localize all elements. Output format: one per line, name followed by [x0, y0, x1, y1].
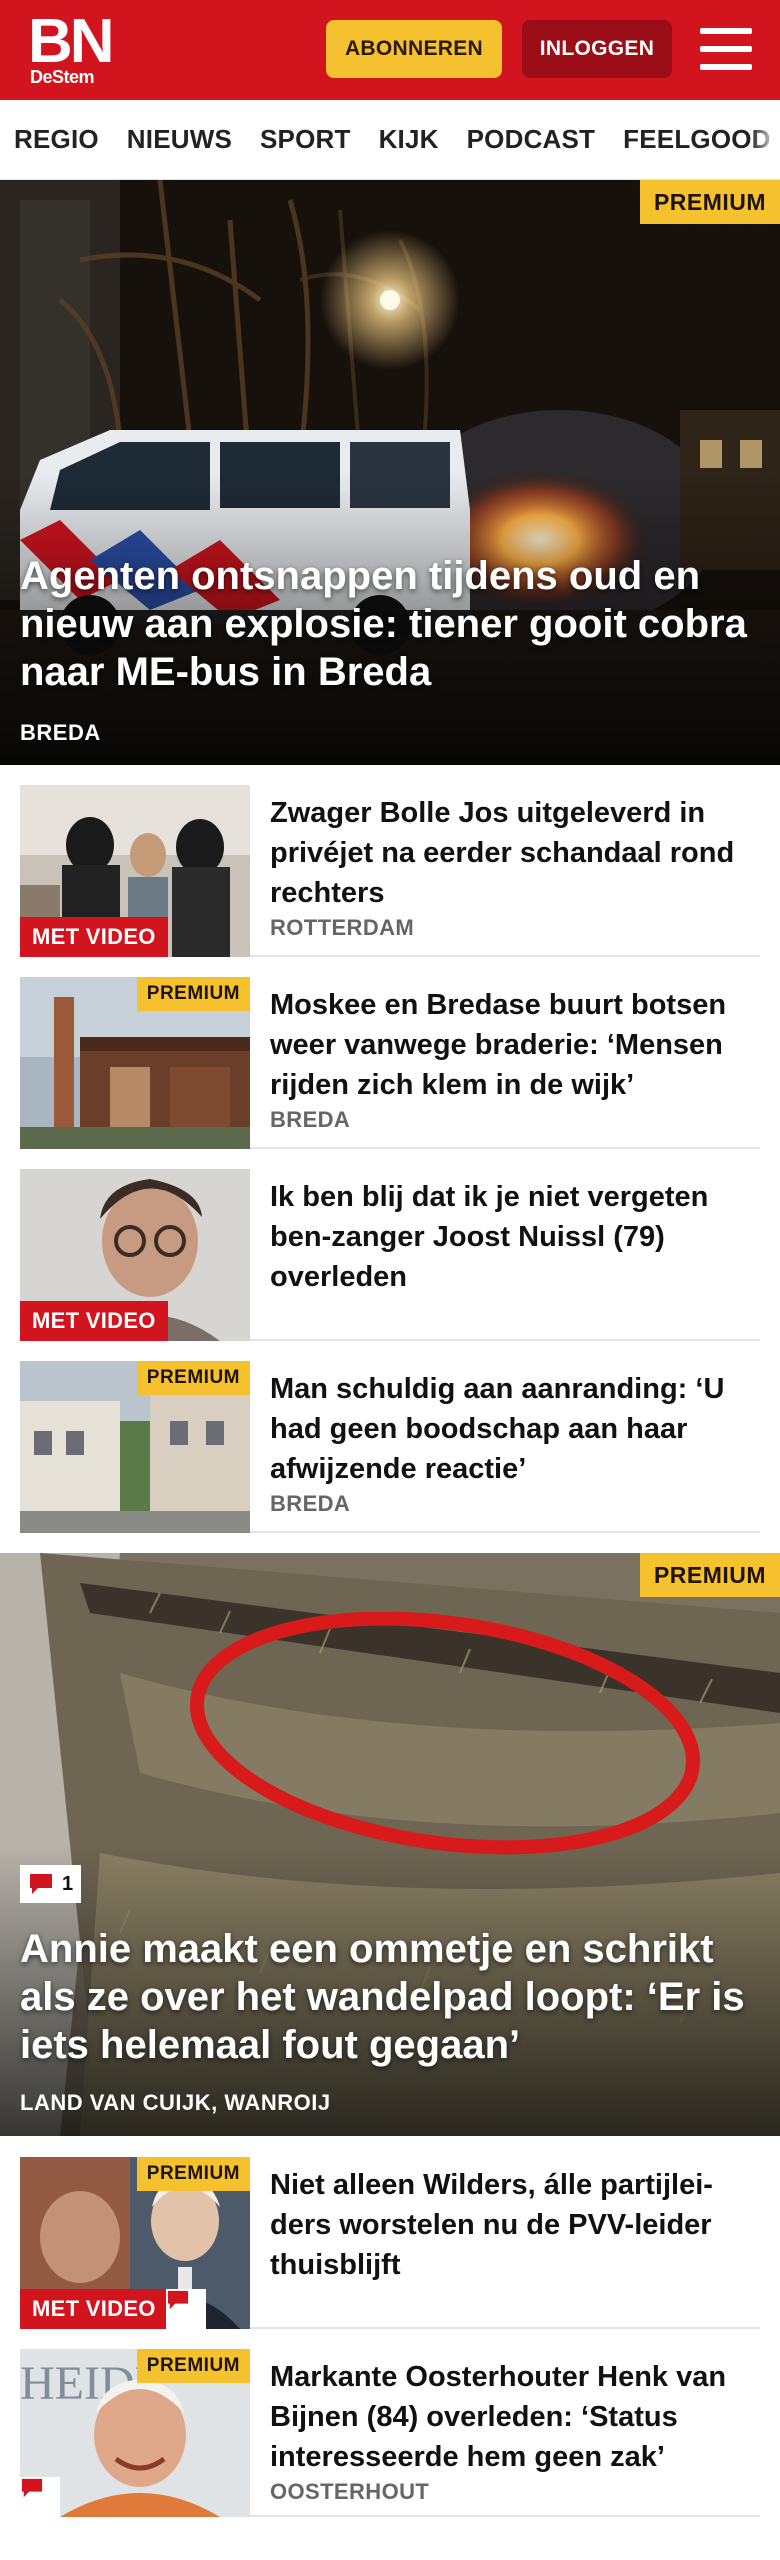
nav-item-nieuws[interactable]: NIEUWS — [113, 124, 246, 155]
featured-article[interactable]: PREMIUM 1 Annie maakt een ommetje en sch… — [0, 1553, 780, 2136]
comment-icon — [30, 1874, 52, 1894]
hero-title[interactable]: Agenten ontsnappen tijdens oud en nieuw … — [20, 552, 760, 696]
featured-location: LAND VAN CUIJK, WANROIJ — [20, 2090, 331, 2115]
hero-location: BREDA — [20, 720, 101, 745]
premium-badge: PREMIUM — [640, 180, 780, 224]
nav-item-regio[interactable]: REGIO — [0, 124, 113, 155]
hero-article[interactable]: PREMIUM Agenten ontsnappen tijdens oud e… — [0, 180, 780, 765]
article-title[interactable]: Man schuldig aan aanranding: ‘U had geen… — [270, 1369, 760, 1489]
premium-badge: PREMIUM — [640, 1553, 780, 1597]
article-title[interactable]: Moskee en Bredase buurt botsen weer vanw… — [270, 985, 760, 1105]
article-thumbnail: PREMIUM — [20, 977, 250, 1149]
comment-count: 1 — [62, 1872, 74, 1895]
article-location: BREDA — [270, 1491, 351, 1516]
article-title[interactable]: Niet alleen Wilders, álle partijlei­ders… — [270, 2165, 760, 2285]
hamburger-menu-icon[interactable] — [700, 26, 752, 72]
article-thumbnail: MET VIDEO — [20, 785, 250, 957]
site-header: BN DeStem ABONNEREN INLOGGEN — [0, 0, 780, 100]
subscribe-button[interactable]: ABONNEREN — [326, 20, 502, 78]
featured-title[interactable]: Annie maakt een ommetje en schrikt als z… — [20, 1925, 760, 2069]
list-item[interactable]: PREMIUM Man schuldig aan aanranding: ‘U … — [20, 1361, 760, 1533]
video-badge: MET VIDEO — [20, 2289, 168, 2329]
nav-fade — [750, 100, 780, 179]
nav-item-podcast[interactable]: PODCAST — [453, 124, 610, 155]
article-location: BREDA — [270, 1107, 351, 1132]
list-item[interactable]: MET VIDEO Ik ben blij dat ik je niet ver… — [20, 1169, 760, 1341]
article-thumbnail: MET VIDEO — [20, 1169, 250, 1341]
premium-badge: PREMIUM — [136, 1361, 250, 1395]
list-item[interactable]: PREMIUM Moskee en Bredase buurt botsen w… — [20, 977, 760, 1149]
list-item[interactable]: HEIDE PREMIUM Markante Oosterhouter Henk… — [20, 2349, 760, 2517]
article-thumbnail: PREMIUM — [20, 1361, 250, 1533]
article-title[interactable]: Zwager Bolle Jos uitgeleverd in privéjet… — [270, 793, 760, 913]
article-location: OOSTERHOUT — [270, 2479, 430, 2504]
logo-main-text: BN — [28, 7, 115, 76]
logo-sub-text: DeStem — [30, 67, 95, 87]
list-item[interactable]: PREMIUM MET VIDEO Niet alleen Wilders, á… — [20, 2157, 760, 2329]
login-button[interactable]: INLOGGEN — [522, 20, 672, 78]
nav-item-kijk[interactable]: KIJK — [365, 124, 453, 155]
premium-badge: PREMIUM — [136, 2157, 250, 2191]
list-item[interactable]: MET VIDEO Zwager Bolle Jos uitgeleverd i… — [20, 785, 760, 957]
comment-count-badge[interactable]: 1 — [20, 1865, 82, 1903]
article-thumbnail: HEIDE PREMIUM — [20, 2349, 250, 2517]
site-logo[interactable]: BN DeStem — [28, 7, 118, 87]
premium-badge: PREMIUM — [136, 977, 250, 1011]
comment-icon — [20, 2477, 60, 2517]
article-title[interactable]: Markante Oosterhouter Henk van Bijnen (8… — [270, 2357, 760, 2477]
nav-item-sport[interactable]: SPORT — [246, 124, 365, 155]
video-badge: MET VIDEO — [20, 1301, 168, 1341]
article-title[interactable]: Ik ben blij dat ik je niet vergeten ben-… — [270, 1177, 760, 1297]
article-thumbnail: PREMIUM MET VIDEO — [20, 2157, 250, 2329]
article-location: ROTTERDAM — [270, 915, 415, 940]
comment-icon — [166, 2289, 206, 2329]
video-badge: MET VIDEO — [20, 917, 168, 957]
premium-badge: PREMIUM — [136, 2349, 250, 2383]
section-nav: REGIO NIEUWS SPORT KIJK PODCAST FEELGOOD… — [0, 100, 780, 180]
